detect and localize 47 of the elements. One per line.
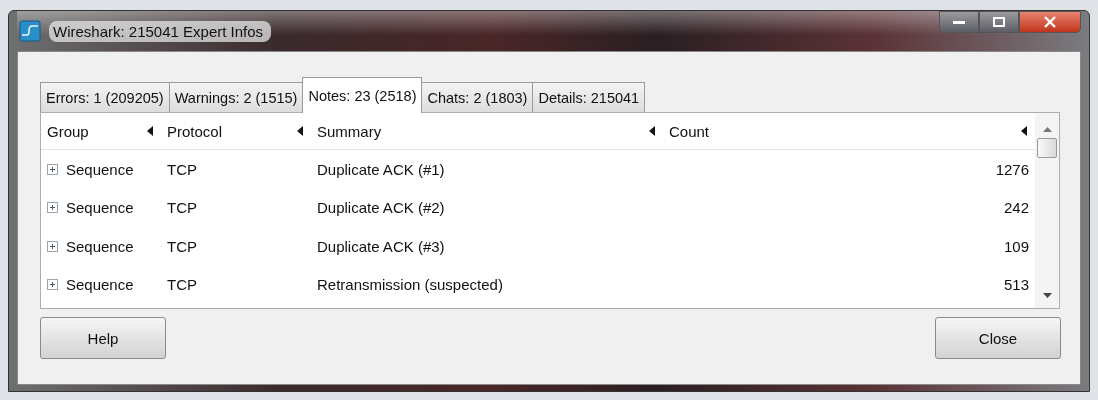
expand-icon[interactable] bbox=[47, 163, 58, 175]
table-cell: Sequence bbox=[66, 237, 134, 255]
column-header[interactable]: Count bbox=[663, 113, 1035, 149]
column-header[interactable]: Summary bbox=[311, 113, 663, 149]
table-cell: 1276 bbox=[995, 160, 1029, 178]
table-cell: Duplicate ACK (#1) bbox=[317, 160, 445, 178]
column-header[interactable]: Protocol bbox=[161, 113, 311, 149]
app-icon bbox=[19, 20, 41, 42]
expand-icon[interactable] bbox=[47, 240, 58, 252]
close-button[interactable] bbox=[1019, 11, 1081, 33]
table-cell: TCP bbox=[167, 276, 197, 294]
table-cell: 242 bbox=[1003, 199, 1029, 217]
sort-icon bbox=[297, 126, 303, 136]
table-cell: Sequence bbox=[66, 160, 134, 178]
table-cell: Duplicate ACK (#3) bbox=[317, 237, 445, 255]
minimize-button[interactable] bbox=[939, 11, 979, 33]
tab[interactable]: Warnings: 2 (1515) bbox=[168, 82, 304, 112]
table-cell: 513 bbox=[1003, 276, 1029, 294]
table-cell: TCP bbox=[167, 199, 197, 217]
minimize-icon bbox=[953, 19, 965, 25]
table-cell: Duplicate ACK (#2) bbox=[317, 199, 445, 217]
tab[interactable]: Errors: 1 (209205) bbox=[40, 82, 170, 112]
scroll-up-icon[interactable] bbox=[1042, 127, 1052, 132]
table-cell: TCP bbox=[167, 160, 197, 178]
tab[interactable]: Details: 215041 bbox=[532, 82, 646, 112]
tab[interactable]: Notes: 23 (2518) bbox=[302, 77, 423, 113]
sort-icon bbox=[1021, 126, 1027, 136]
scrollbar[interactable] bbox=[1035, 113, 1059, 308]
maximize-button[interactable] bbox=[979, 11, 1019, 33]
sort-icon bbox=[649, 126, 655, 136]
tab[interactable]: Chats: 2 (1803) bbox=[421, 82, 534, 112]
table-cell: Retransmission (suspected) bbox=[317, 276, 503, 294]
expand-icon[interactable] bbox=[47, 279, 58, 291]
scroll-down-icon[interactable] bbox=[1042, 293, 1052, 298]
close-icon bbox=[1044, 16, 1056, 28]
table-cell: Sequence bbox=[66, 276, 134, 294]
table-cell: TCP bbox=[167, 237, 197, 255]
column-header[interactable]: Group bbox=[41, 113, 161, 149]
close-dialog-button[interactable]: Close bbox=[935, 317, 1061, 359]
table-cell: 109 bbox=[1003, 237, 1029, 255]
expand-icon[interactable] bbox=[47, 202, 58, 214]
table-cell: Sequence bbox=[66, 199, 134, 217]
help-button[interactable]: Help bbox=[40, 317, 166, 359]
scroll-thumb[interactable] bbox=[1037, 138, 1057, 158]
sort-icon bbox=[147, 126, 153, 136]
maximize-icon bbox=[993, 17, 1005, 27]
window-title: Wireshark: 215041 Expert Infos bbox=[49, 20, 272, 42]
